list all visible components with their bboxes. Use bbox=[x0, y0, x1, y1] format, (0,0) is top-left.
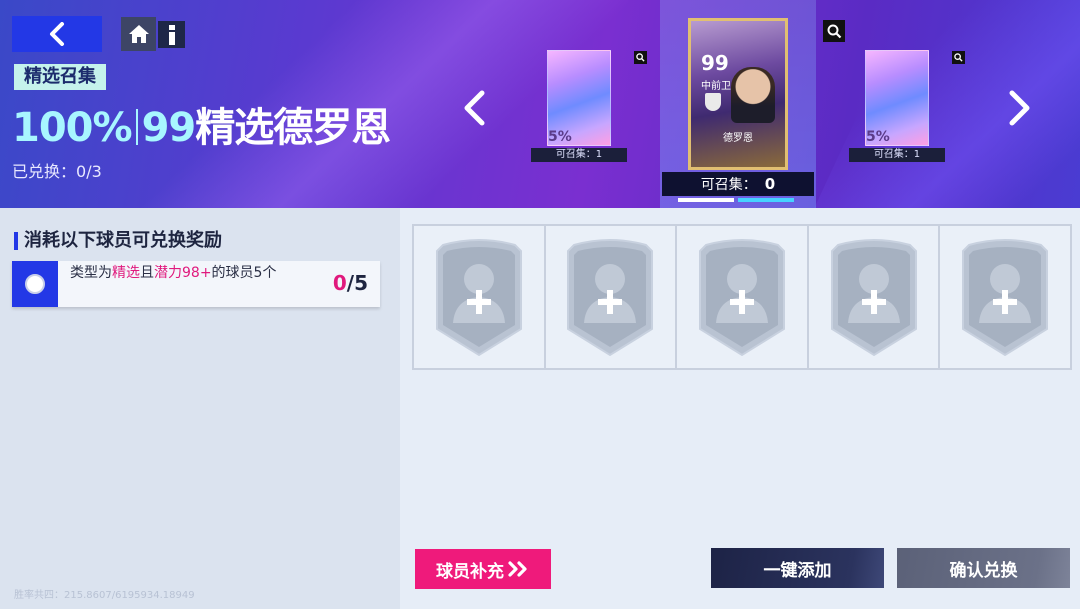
watermark-text: 胜率共四：215.8607/6195934.18949 bbox=[14, 590, 195, 601]
side-pack-right[interactable]: 5% bbox=[865, 50, 929, 146]
req-text-mid: 且 bbox=[140, 265, 154, 281]
confirm-exchange-button[interactable]: 确认兑换 bbox=[897, 548, 1070, 588]
zoom-left-button[interactable] bbox=[634, 51, 647, 64]
collection-banner: 精选召集 100% 99精选德罗恩 已兑换：0/3 5% 可召集：1 99 中前卫… bbox=[0, 0, 1080, 208]
requirement-checkbox[interactable] bbox=[12, 261, 58, 307]
home-button[interactable] bbox=[121, 17, 156, 51]
magnifier-icon bbox=[827, 24, 841, 38]
zoom-right-button[interactable] bbox=[952, 51, 965, 64]
card-rating: 99 bbox=[701, 51, 729, 75]
info-icon bbox=[168, 24, 175, 45]
page-title: 100% 99精选德罗恩 bbox=[12, 104, 391, 152]
empty-player-slot[interactable] bbox=[808, 226, 941, 368]
auto-add-button[interactable]: 一键添加 bbox=[711, 548, 884, 588]
magnifier-icon bbox=[636, 53, 645, 62]
player-supply-label: 球员补充 bbox=[436, 561, 504, 582]
center-count: 可召集： 0 bbox=[662, 172, 814, 196]
requirements-panel: 消耗以下球员可兑换奖励 类型为精选且潜力98+的球员5个 0/5 胜率共四：21… bbox=[0, 208, 400, 609]
home-icon bbox=[128, 25, 149, 43]
empty-card-plus-icon bbox=[567, 239, 654, 357]
req-highlight-type: 精选 bbox=[112, 265, 140, 281]
title-name: 精选德罗恩 bbox=[195, 105, 391, 151]
chevron-left-icon bbox=[50, 22, 64, 46]
redeemed-counter: 已兑换：0/3 bbox=[12, 158, 102, 182]
back-button[interactable] bbox=[12, 16, 102, 52]
empty-player-slot[interactable] bbox=[677, 226, 809, 368]
requirements-title: 消耗以下球员可兑换奖励 bbox=[14, 230, 222, 252]
empty-card-plus-icon bbox=[830, 239, 917, 357]
requirement-text: 类型为精选且潜力98+的球员5个 bbox=[70, 264, 300, 283]
zoom-center-button[interactable] bbox=[823, 20, 845, 42]
card-player-name: 德罗恩 bbox=[723, 133, 753, 144]
pack-percent-label: 5% bbox=[866, 129, 890, 145]
req-progress-current: 0 bbox=[332, 271, 347, 295]
info-button[interactable] bbox=[158, 21, 185, 48]
player-portrait bbox=[731, 67, 775, 123]
auto-add-label: 一键添加 bbox=[763, 560, 832, 581]
carousel-next-arrow[interactable] bbox=[1008, 90, 1032, 126]
carousel-page-indicator bbox=[678, 198, 734, 202]
radio-circle-icon bbox=[25, 274, 45, 294]
carousel-page-indicator-active bbox=[738, 198, 794, 202]
carousel-prev-arrow[interactable] bbox=[462, 90, 486, 126]
side-pack-right-count: 可召集：1 bbox=[849, 148, 945, 162]
empty-card-plus-icon bbox=[962, 239, 1049, 357]
empty-player-slot[interactable] bbox=[545, 226, 678, 368]
redeemed-value: 0/3 bbox=[76, 162, 102, 181]
club-crest-icon bbox=[705, 93, 721, 111]
double-chevron-right-icon bbox=[508, 561, 527, 577]
title-percent: 100% bbox=[12, 105, 133, 151]
redeemed-label: 已兑换： bbox=[12, 162, 77, 181]
req-highlight-potential: 潜力98+ bbox=[154, 265, 212, 281]
side-pack-left[interactable]: 5% bbox=[547, 50, 611, 146]
empty-player-slot[interactable] bbox=[940, 226, 1070, 368]
requirement-item[interactable]: 类型为精选且潜力98+的球员5个 0/5 bbox=[12, 261, 380, 307]
center-count-value: 0 bbox=[764, 175, 776, 193]
card-position: 中前卫 bbox=[701, 81, 731, 92]
title-rating: 99 bbox=[141, 105, 197, 151]
side-pack-left-count: 可召集：1 bbox=[531, 148, 627, 162]
empty-card-plus-icon bbox=[698, 239, 785, 357]
player-supply-button[interactable]: 球员补充 bbox=[415, 549, 551, 589]
req-text-suffix: 的球员5个 bbox=[211, 265, 277, 281]
collection-tag: 精选召集 bbox=[14, 64, 106, 90]
title-divider bbox=[135, 109, 138, 145]
requirement-progress: 0/5 bbox=[333, 271, 368, 295]
empty-player-slot[interactable] bbox=[414, 226, 546, 368]
slot-area: 球员补充 一键添加 确认兑换 bbox=[400, 208, 1080, 609]
magnifier-icon bbox=[954, 53, 963, 62]
center-count-label: 可召集： bbox=[700, 177, 757, 193]
confirm-exchange-label: 确认兑换 bbox=[949, 560, 1018, 581]
player-slots bbox=[412, 224, 1072, 370]
player-card[interactable]: 99 中前卫 德罗恩 bbox=[688, 18, 788, 170]
req-progress-total: /5 bbox=[346, 271, 368, 295]
pack-percent-label: 5% bbox=[548, 129, 572, 145]
req-text-prefix: 类型为 bbox=[70, 265, 112, 281]
empty-card-plus-icon bbox=[435, 239, 522, 357]
